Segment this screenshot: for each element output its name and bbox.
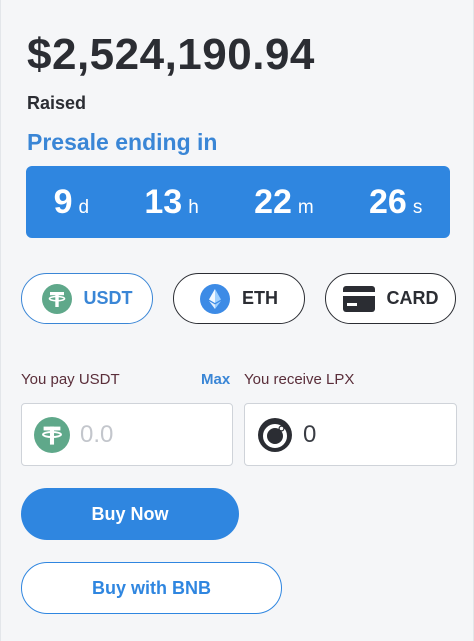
ethereum-icon — [200, 283, 230, 314]
pay-amount-value: 0.0 — [80, 420, 114, 448]
countdown-days-value: 9 — [53, 182, 73, 221]
countdown-seconds: 26 s — [369, 183, 422, 222]
pay-method-eth-button[interactable]: ETH — [173, 273, 305, 324]
countdown-seconds-value: 26 — [368, 182, 407, 221]
countdown-hours: 13 h — [144, 183, 198, 222]
presale-title: Presale ending in — [27, 129, 218, 155]
tether-icon — [34, 416, 70, 453]
max-button[interactable]: Max — [201, 371, 230, 388]
countdown-timer: 9 d 13 h 22 m 26 s — [26, 166, 450, 238]
pay-method-eth-label: ETH — [242, 288, 278, 308]
credit-card-icon — [342, 285, 375, 312]
countdown-days: 9 d — [54, 183, 90, 222]
receive-amount-field[interactable]: 0 — [244, 403, 457, 466]
raised-label: Raised — [27, 93, 87, 113]
countdown-minutes-value: 22 — [254, 182, 292, 221]
pay-method-card-label: CARD — [386, 288, 439, 308]
countdown-hours-unit: h — [188, 196, 199, 218]
lpx-token-icon — [257, 417, 293, 453]
pay-method-card-button[interactable]: CARD — [325, 273, 456, 324]
countdown-minutes: 22 m — [254, 183, 314, 222]
receive-label: You receive LPX — [244, 371, 355, 388]
countdown-seconds-unit: s — [412, 196, 423, 218]
pay-method-usdt-label: USDT — [83, 288, 133, 308]
countdown-minutes-unit: m — [297, 196, 314, 218]
pay-method-usdt-button[interactable]: USDT — [21, 273, 153, 324]
countdown-hours-value: 13 — [144, 182, 183, 221]
raised-amount: $2,524,190.94 — [27, 30, 315, 79]
countdown-days-unit: d — [78, 196, 90, 218]
buy-with-bnb-button[interactable]: Buy with BNB — [21, 562, 282, 614]
tether-icon — [41, 283, 72, 314]
receive-amount-value: 0 — [303, 420, 317, 448]
pay-label: You pay USDT — [21, 371, 120, 388]
buy-now-button[interactable]: Buy Now — [21, 488, 239, 540]
pay-amount-field[interactable]: 0.0 — [21, 403, 233, 466]
presale-widget: $2,524,190.94 Raised Presale ending in 9… — [0, 0, 474, 641]
